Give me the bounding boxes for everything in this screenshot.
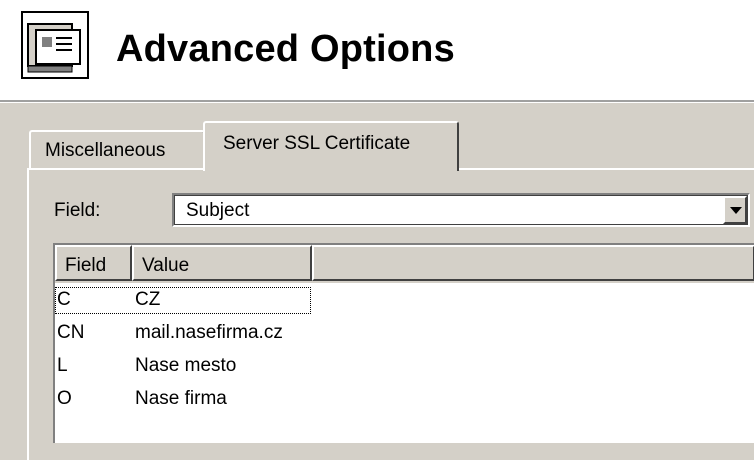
tab-server-ssl-certificate[interactable]: Server SSL Certificate [203,121,459,171]
field-select-value: Subject [186,200,250,221]
chevron-down-icon [730,207,742,214]
cell-value: Nase mesto [135,355,237,376]
tab-label: Server SSL Certificate [223,133,411,154]
column-header-blank [312,245,754,281]
tab-label: Miscellaneous [45,140,166,161]
focus-outline [55,287,311,314]
page-title: Advanced Options [116,28,455,70]
certificate-field-list[interactable]: Field Value C CZ CN mail.nasefirma.cz L … [53,243,754,443]
cell-value: mail.nasefirma.cz [135,322,283,343]
server-options-icon [20,10,90,80]
table-row[interactable]: L Nase mesto [55,354,754,380]
cell-field: L [57,355,68,376]
column-header-label: Field [65,255,107,276]
field-select[interactable]: Subject [172,193,750,227]
cell-field: O [57,388,72,409]
tab-miscellaneous[interactable]: Miscellaneous [29,130,205,168]
table-row[interactable]: C CZ [55,287,754,314]
cell-field: C [57,289,71,310]
cell-value: CZ [135,289,161,310]
field-label: Field: [54,200,101,221]
table-row[interactable]: O Nase firma [55,387,754,413]
dropdown-button[interactable] [723,196,747,224]
column-header-value[interactable]: Value [132,245,312,281]
header-divider [0,100,754,103]
column-header-label: Value [142,255,190,276]
header-banner: Advanced Options [0,0,754,100]
cell-field: CN [57,322,85,343]
table-row[interactable]: CN mail.nasefirma.cz [55,321,754,347]
cell-value: Nase firma [135,388,227,409]
list-header: Field Value [55,245,754,283]
column-header-field[interactable]: Field [55,245,132,281]
